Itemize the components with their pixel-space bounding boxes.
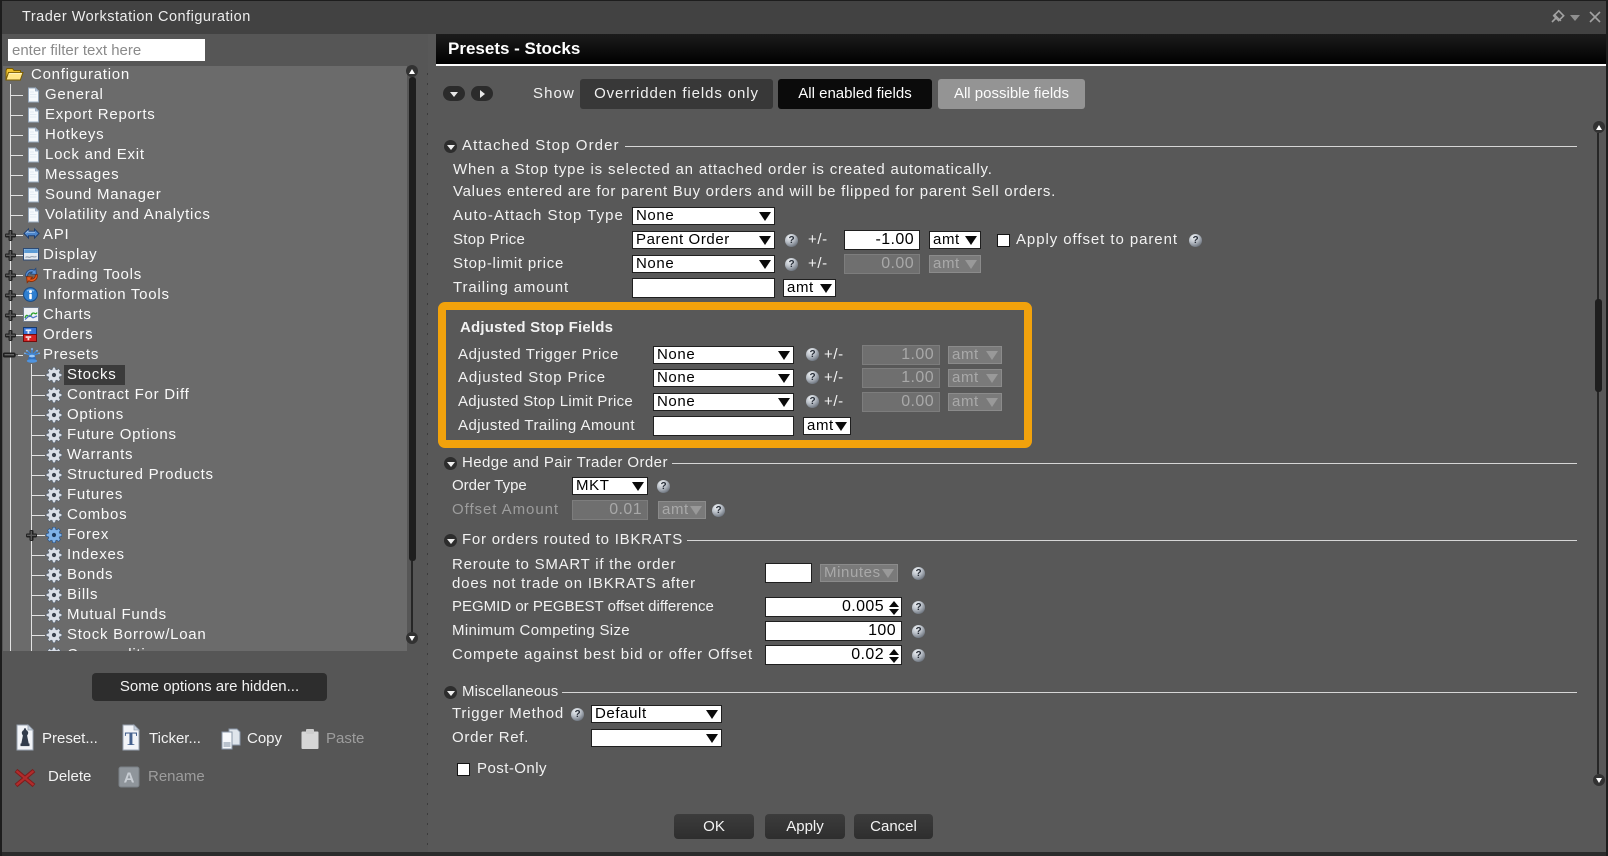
svg-text:A: A — [124, 770, 135, 787]
svg-text:T: T — [125, 729, 138, 750]
